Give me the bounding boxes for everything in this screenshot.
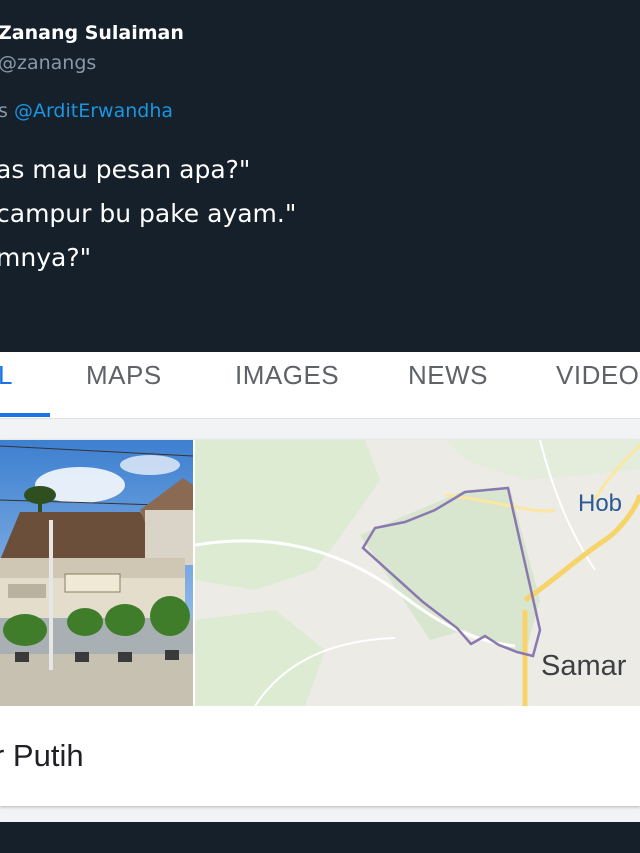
tweet-text-line: campur bu pake ayam." xyxy=(0,199,297,228)
map-label-city: Samar xyxy=(541,650,627,682)
bottom-bar xyxy=(0,822,640,853)
place-photo[interactable] xyxy=(0,440,193,706)
tab-news[interactable]: NEWS xyxy=(408,360,488,391)
tweet: Zanang Sulaiman @zanangs s @ArditErwandh… xyxy=(0,0,640,352)
tweet-text-line: mnya?" xyxy=(0,243,92,272)
author-name[interactable]: Zanang Sulaiman xyxy=(0,22,184,44)
tab-videos[interactable]: VIDEOS xyxy=(556,360,640,391)
replying-to-line: s @ArditErwandha xyxy=(0,100,173,122)
map-label-top: Hob xyxy=(578,490,623,517)
tweet-text: as mau pesan apa?" campur bu pake ayam." m… xyxy=(0,148,296,280)
place-map[interactable]: Hob Samar xyxy=(195,440,640,706)
active-tab-indicator xyxy=(0,413,50,417)
search-results-screenshot: L MAPS IMAGES NEWS VIDEOS xyxy=(0,352,640,822)
replying-to-prefix: s xyxy=(0,100,8,122)
tab-all[interactable]: L xyxy=(0,360,13,391)
tab-maps[interactable]: MAPS xyxy=(86,360,162,391)
search-tabs: L MAPS IMAGES NEWS VIDEOS xyxy=(0,352,640,419)
mention-link[interactable]: @ArditErwandha xyxy=(14,100,173,122)
author-handle[interactable]: @zanangs xyxy=(0,52,96,74)
tab-images[interactable]: IMAGES xyxy=(235,360,339,391)
place-title[interactable]: r Putih xyxy=(0,738,84,774)
place-result-card[interactable]: Hob Samar r Putih xyxy=(0,440,640,806)
tweet-text-line: as mau pesan apa?" xyxy=(0,155,251,184)
